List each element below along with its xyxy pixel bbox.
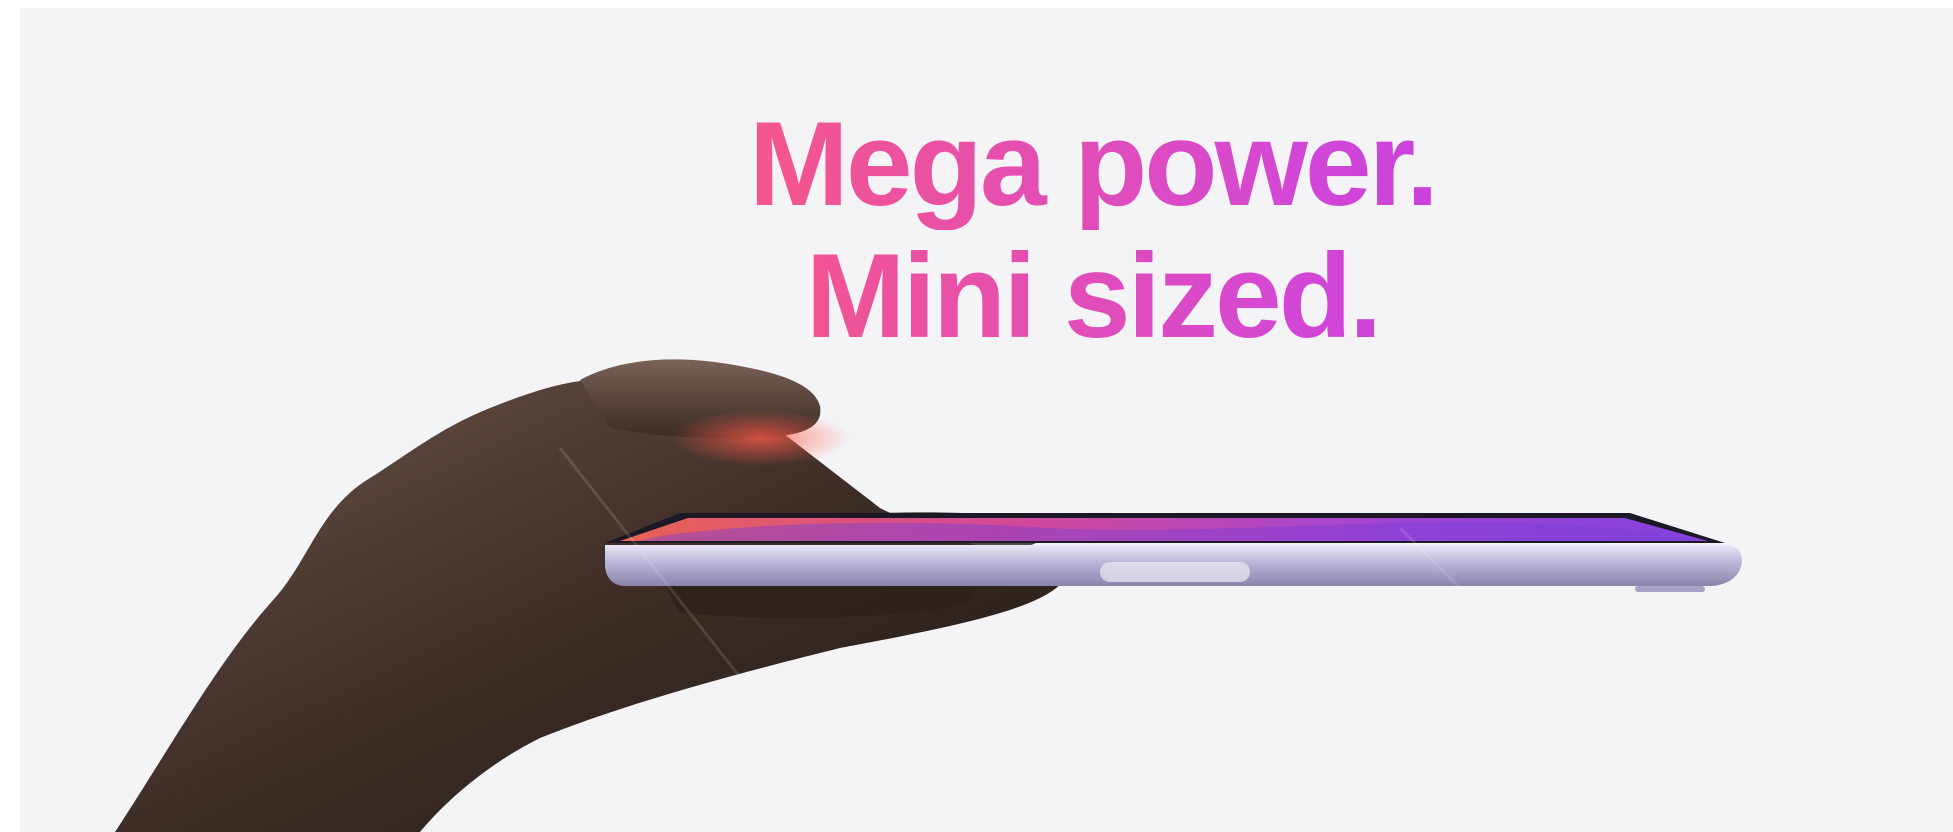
hand-holding-tablet-image bbox=[115, 359, 1742, 832]
hero-section: Mega power. Mini sized. bbox=[20, 8, 1953, 832]
page: Mega power. Mini sized. bbox=[0, 0, 1953, 832]
